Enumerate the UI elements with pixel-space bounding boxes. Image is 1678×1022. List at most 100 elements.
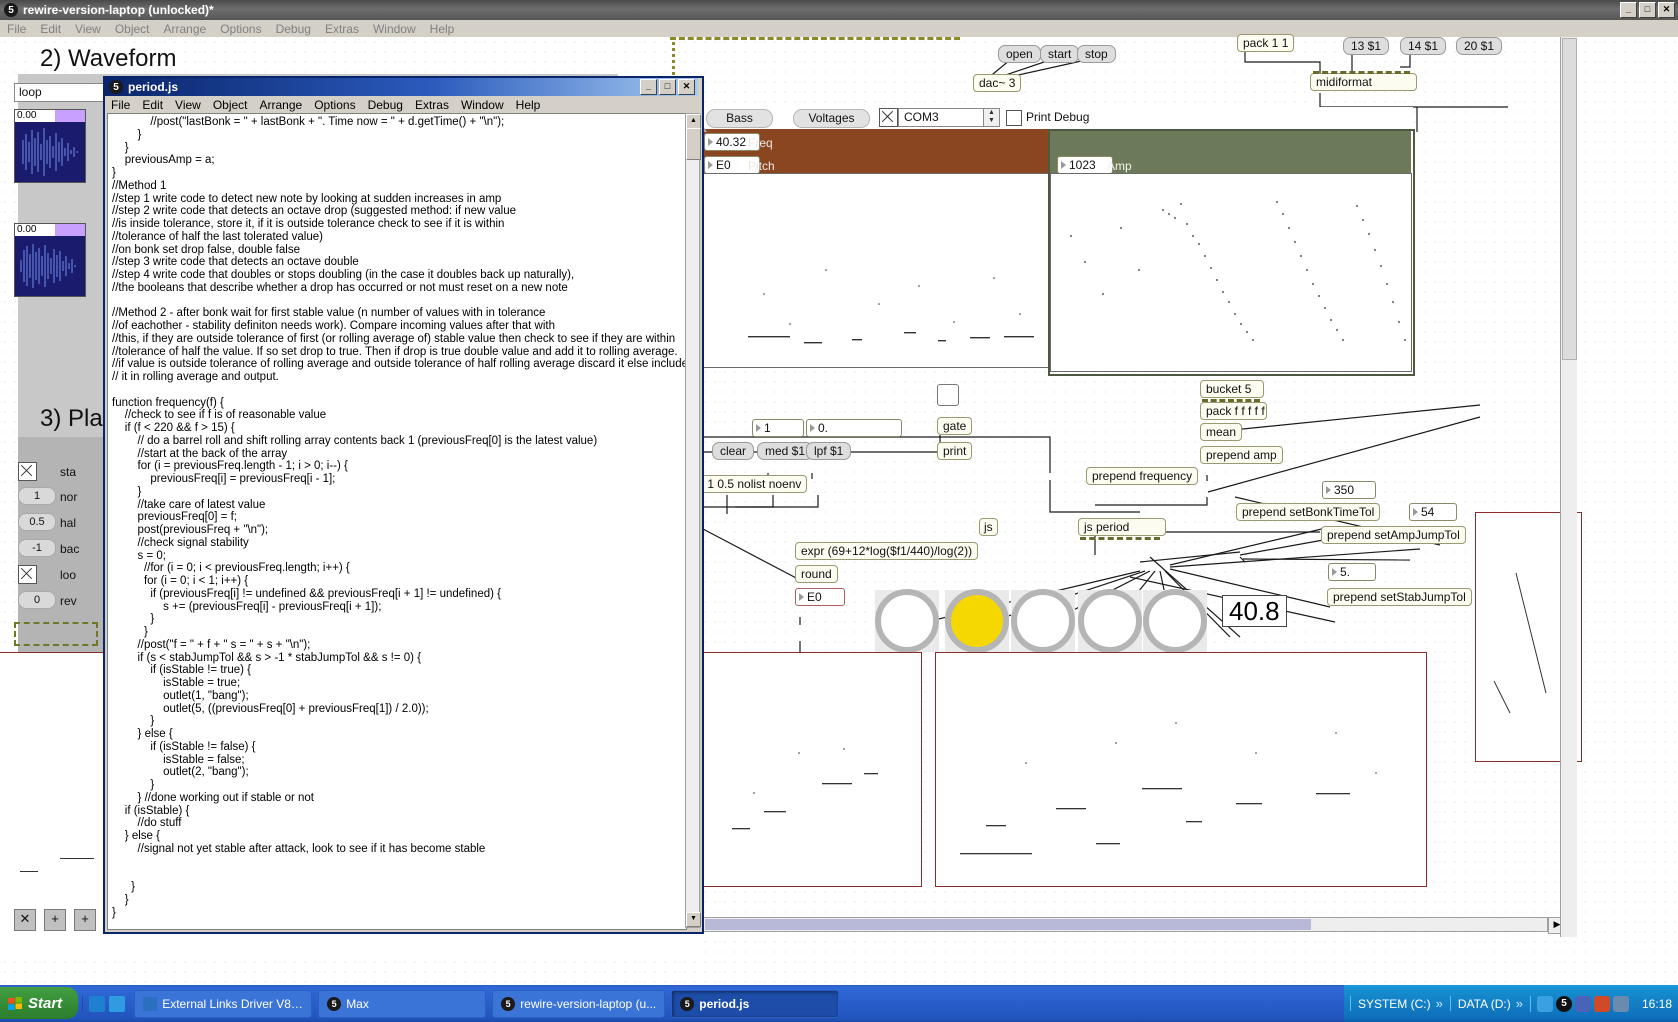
max-icon[interactable]: 5 (1555, 995, 1572, 1012)
patcher-hscroll-thumb[interactable] (705, 919, 1311, 930)
editor-menu-help[interactable]: Help (510, 97, 547, 113)
launch-icon[interactable] (109, 995, 126, 1012)
led-1[interactable] (875, 589, 939, 653)
editor-menu-file[interactable]: File (105, 97, 136, 113)
object-print[interactable]: print (937, 442, 973, 460)
big-frequency-readout[interactable]: 40.8 (1222, 595, 1287, 627)
bottom-scope-left[interactable] (703, 652, 922, 887)
menu-object[interactable]: Object (108, 21, 157, 37)
msg-start[interactable]: start (1040, 45, 1080, 63)
editor-menu-object[interactable]: Object (207, 97, 254, 113)
editor-source-code[interactable]: //post("lastBonk = " + lastBonk + ". Tim… (108, 114, 686, 921)
object-expr[interactable]: expr (69+12*log($f1/440)/log(2)) (795, 542, 979, 560)
msg-ctl-20[interactable]: 20 $1 (1456, 37, 1503, 55)
msg-ctl-14[interactable]: 14 $1 (1400, 37, 1447, 55)
play-value-rev[interactable]: 0 (18, 591, 56, 609)
object-prepend-frequency[interactable]: prepend frequency (1086, 467, 1199, 485)
numbox-one[interactable]: 1 (752, 419, 804, 437)
object-prepend-stab-jump[interactable]: prepend setStabJumpTol (1327, 588, 1472, 606)
bottom-button-3[interactable]: + (74, 909, 96, 931)
maximize-button[interactable]: □ (1639, 2, 1656, 18)
menu-view[interactable]: View (68, 21, 108, 37)
chevron-right-icon[interactable]: » (1516, 996, 1523, 1011)
msg-clear[interactable]: clear (712, 442, 755, 460)
editor-menu-options[interactable]: Options (308, 97, 361, 113)
menu-edit[interactable]: Edit (33, 21, 68, 37)
taskbar-item-rewire-version-laptop[interactable]: 5 rewire-version-laptop (u... (492, 989, 666, 1018)
print-debug-checkbox[interactable] (1006, 110, 1022, 126)
tray-clock[interactable]: 16:18 (1635, 997, 1672, 1011)
voltages-button[interactable]: Voltages (793, 109, 870, 128)
object-pack-fffff[interactable]: pack f f f f f (1200, 402, 1267, 420)
object-gate[interactable]: gate (937, 417, 973, 435)
numbox-zero[interactable]: 0. (806, 419, 902, 437)
bass-button[interactable]: Bass (706, 109, 773, 128)
play-value-normal[interactable]: 1 (18, 487, 56, 505)
numbox-amp-jump[interactable]: 54 (1409, 503, 1457, 521)
bottom-button-1[interactable]: ✕ (14, 909, 36, 931)
patcher-vscrollbar[interactable] (1560, 37, 1577, 937)
waveform-1-selection[interactable] (55, 110, 85, 122)
object-prepend-amp[interactable]: prepend amp (1200, 446, 1283, 464)
editor-minimize-button[interactable]: _ (640, 79, 657, 95)
object-prepend-amp-jump[interactable]: prepend setAmpJumpTol (1321, 526, 1466, 544)
msg-ctl-13[interactable]: 13 $1 (1343, 37, 1390, 55)
numbox-pitch-out[interactable]: E0 (795, 588, 845, 606)
play-value-half[interactable]: 0.5 (18, 513, 56, 531)
patcher-vscroll-thumb[interactable] (1562, 38, 1577, 360)
tray-drive-system[interactable]: SYSTEM (C:) » (1349, 996, 1450, 1011)
menu-extras[interactable]: Extras (318, 21, 366, 37)
editor-menu-edit[interactable]: Edit (136, 97, 169, 113)
taskbar-item-period-js[interactable]: 5 period.js (671, 989, 840, 1018)
editor-menu-extras[interactable]: Extras (409, 97, 455, 113)
chevron-right-icon[interactable]: » (1436, 996, 1443, 1011)
editor-scroll-down-button[interactable]: ▼ (686, 912, 701, 927)
editor-scroll-thumb[interactable] (686, 128, 701, 160)
menu-debug[interactable]: Debug (269, 21, 318, 37)
menu-file[interactable]: File (0, 21, 33, 37)
refresh-icon[interactable] (89, 995, 106, 1012)
led-2[interactable] (945, 589, 1009, 653)
object-prepend-bonk-time[interactable]: prepend setBonkTimeTol (1236, 503, 1381, 521)
play-value-back[interactable]: -1 (18, 539, 56, 557)
amp-scope[interactable] (1050, 173, 1412, 372)
editor-titlebar[interactable]: 5 period.js _ □ ✕ (105, 78, 698, 96)
close-button[interactable]: ✕ (1658, 2, 1675, 18)
msg-stop[interactable]: stop (1077, 45, 1116, 63)
editor-maximize-button[interactable]: □ (659, 79, 676, 95)
numbox-stab-jump[interactable]: 5. (1328, 563, 1376, 581)
led-3[interactable] (1011, 589, 1075, 653)
object-pack-1-1[interactable]: pack 1 1 (1237, 34, 1295, 52)
editor-menu-window[interactable]: Window (455, 97, 510, 113)
minimize-button[interactable]: _ (1620, 2, 1637, 18)
editor-close-button[interactable]: ✕ (678, 79, 695, 95)
play-toggle-loop[interactable] (18, 565, 37, 584)
led-5[interactable] (1143, 589, 1207, 653)
waveform-display-2[interactable]: 0.00 (14, 223, 86, 297)
editor-menu-arrange[interactable]: Arrange (254, 97, 309, 113)
waveform-2-selection[interactable] (55, 224, 85, 236)
network-icon[interactable] (1574, 995, 1591, 1012)
volume-icon[interactable] (1612, 995, 1629, 1012)
bottom-button-2[interactable]: + (44, 909, 66, 931)
tray-drive-data[interactable]: DATA (D:) » (1449, 996, 1530, 1011)
editor-scroll-up-button[interactable]: ▲ (686, 114, 701, 129)
bottom-scope-right[interactable] (935, 652, 1427, 887)
object-round[interactable]: round (795, 565, 838, 583)
editor-text-area[interactable]: //post("lastBonk = " + lastBonk + ". Tim… (107, 113, 687, 930)
object-mean[interactable]: mean (1200, 423, 1243, 441)
chevron-updown-icon[interactable]: ▲ ▼ (983, 109, 999, 126)
toggle-gate[interactable] (937, 384, 959, 406)
object-js-empty[interactable]: js (979, 518, 998, 536)
menu-help[interactable]: Help (423, 21, 462, 37)
patcher-hscrollbar[interactable] (703, 917, 1548, 932)
shield-icon[interactable] (1593, 995, 1610, 1012)
msg-med[interactable]: med $1 (757, 442, 814, 460)
waveform-display-1[interactable]: 0.00 (14, 109, 86, 183)
com-port-select[interactable]: COM3 ▲ ▼ (898, 108, 1000, 127)
editor-vscrollbar[interactable]: ▲ ▼ (685, 113, 701, 928)
media-player-icon[interactable] (1536, 995, 1553, 1012)
play-toggle-start[interactable] (18, 462, 37, 481)
msg-lpf[interactable]: lpf $1 (806, 442, 852, 460)
main-window-titlebar[interactable]: 5 rewire-version-laptop (unlocked)* _ □ … (0, 0, 1678, 20)
